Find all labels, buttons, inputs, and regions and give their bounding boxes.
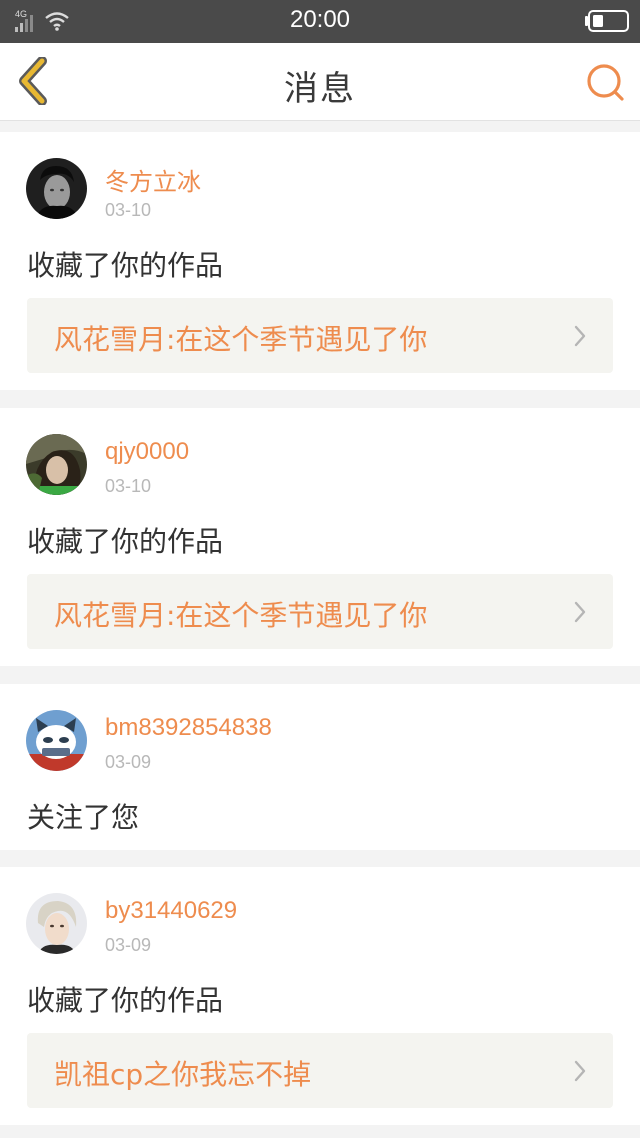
message-date: 03-09 [105,752,152,772]
message-action: 收藏了你的作品 [27,525,224,558]
avatar[interactable] [26,434,87,495]
chevron-right-icon [574,325,586,347]
status-bar: 4G 20:00 [0,0,640,43]
nav-bar: 消息 [0,43,640,121]
work-link[interactable]: 风花雪月:在这个季节遇见了你 [27,574,613,649]
avatar[interactable] [26,893,87,954]
avatar[interactable] [26,158,87,219]
username[interactable]: 冬方立冰 [105,162,201,197]
username[interactable]: qjy0000 [105,438,189,466]
username[interactable]: bm8392854838 [105,714,272,742]
work-link[interactable]: 凯祖cp之你我忘不掉 [27,1033,613,1108]
battery-icon [585,10,629,32]
page-title: 消息 [284,69,356,109]
work-title: 风花雪月:在这个季节遇见了你 [54,323,428,356]
chevron-right-icon [574,601,586,623]
message-date: 03-10 [105,200,152,220]
work-link[interactable]: 风花雪月:在这个季节遇见了你 [27,298,613,373]
message-action: 关注了您 [27,801,140,834]
message-card[interactable]: qjy0000 03-10 收藏了你的作品 风花雪月:在这个季节遇见了你 [0,408,640,666]
message-date: 03-09 [105,935,152,955]
work-title: 凯祖cp之你我忘不掉 [54,1058,312,1091]
message-card[interactable]: bm8392854838 03-09 关注了您 [0,684,640,850]
message-card[interactable]: by31440629 03-09 收藏了你的作品 凯祖cp之你我忘不掉 [0,867,640,1125]
search-icon [587,64,624,101]
avatar[interactable] [26,710,87,771]
chevron-right-icon [574,1060,586,1082]
message-card[interactable]: 冬方立冰 03-10 收藏了你的作品 风花雪月:在这个季节遇见了你 [0,132,640,390]
search-button[interactable] [582,59,630,107]
work-title: 风花雪月:在这个季节遇见了你 [54,599,428,632]
message-date: 03-10 [105,476,152,496]
message-action: 收藏了你的作品 [27,984,224,1017]
status-time: 20:00 [289,6,351,33]
message-action: 收藏了你的作品 [27,249,224,282]
username[interactable]: by31440629 [105,897,237,925]
